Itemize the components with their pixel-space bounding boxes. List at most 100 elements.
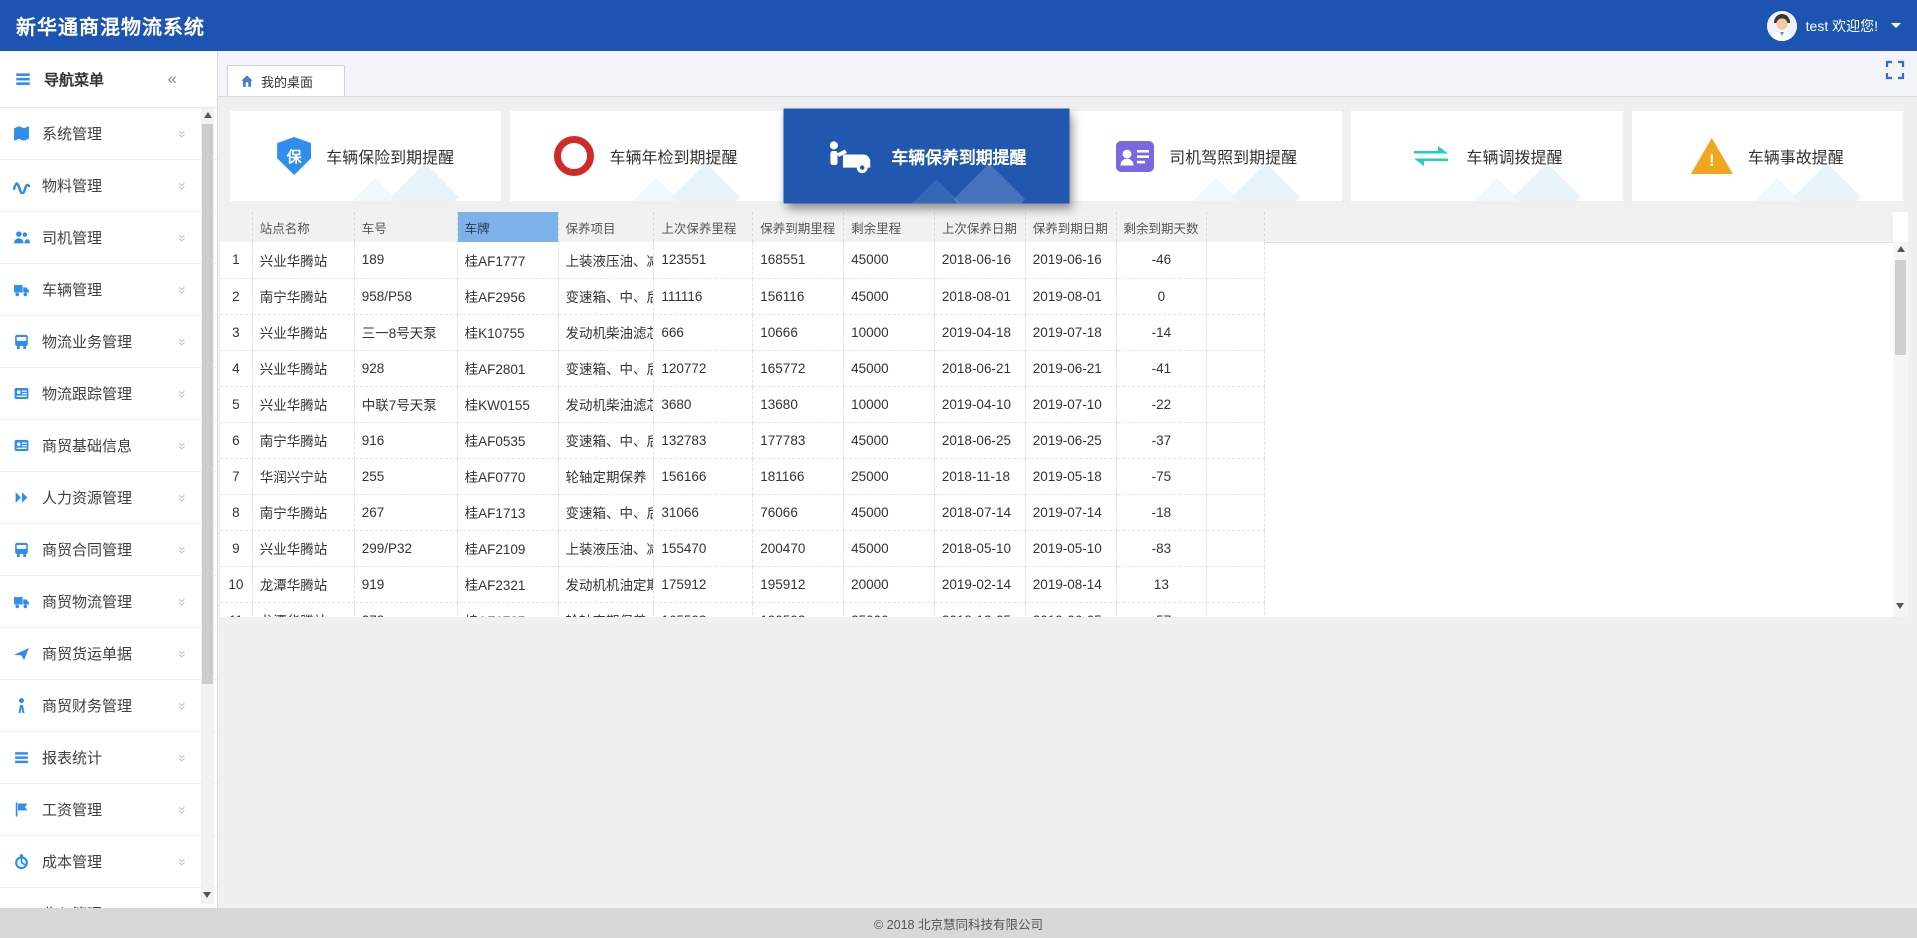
tab-my-desktop[interactable]: 我的桌面 — [227, 65, 345, 96]
card-maintenance-reminder[interactable]: 车辆保养到期提醒 — [783, 109, 1069, 204]
sidebar-item-label: 物料管理 — [42, 175, 102, 196]
col-vehicle-no[interactable]: 车号 — [354, 212, 457, 242]
scroll-down-arrow[interactable] — [1896, 603, 1904, 609]
col-last-date[interactable]: 上次保养日期 — [934, 212, 1025, 242]
scrollbar-thumb[interactable] — [1895, 260, 1906, 355]
card-vehicle-accident-reminder[interactable]: ! 车辆事故提醒 — [1632, 111, 1903, 201]
cell: 165593 — [654, 602, 753, 617]
table-row[interactable]: 5兴业华腾站中联7号天泵桂KW0155发动机柴油滤芯36801368010000… — [220, 386, 1265, 422]
sidebar-item-logistics-business[interactable]: 物流业务管理» — [0, 316, 217, 368]
cell: 10000 — [844, 314, 935, 350]
col-due-mileage[interactable]: 保养到期里程 — [753, 212, 844, 242]
table-row[interactable]: 9兴业华腾站299/P32桂AF2109上装液压油、减1554702004704… — [220, 530, 1265, 566]
cell: -57 — [1116, 602, 1207, 617]
insurance-shield-icon: 保 — [277, 137, 311, 175]
cell: 桂K10755 — [457, 314, 558, 350]
col-maintenance-item[interactable]: 保养项目 — [558, 212, 654, 242]
scroll-up-arrow[interactable] — [1897, 246, 1905, 252]
maintenance-table: 站点名称 车号 车牌 保养项目 上次保养里程 保养到期里程 剩余里程 上次保养日… — [220, 212, 1265, 617]
table-row[interactable]: 4兴业华腾站928桂AF2801变速箱、中、后12077216577245000… — [220, 350, 1265, 386]
sidebar-item-trade-contract[interactable]: 商贸合同管理» — [0, 524, 217, 576]
cell: 1 — [220, 242, 252, 278]
col-last-mileage[interactable]: 上次保养里程 — [654, 212, 753, 242]
sidebar-item-trade-logistics[interactable]: 商贸物流管理» — [0, 576, 217, 628]
sidebar-item-system[interactable]: 系统管理» — [0, 108, 217, 160]
cell: 916 — [354, 422, 457, 458]
col-remaining-mileage[interactable]: 剩余里程 — [844, 212, 935, 242]
cell: 南宁华腾站 — [252, 494, 354, 530]
cell: 发动机柴油滤芯 — [558, 386, 654, 422]
sidebar-item-trade-finance[interactable]: 商贸财务管理» — [0, 680, 217, 732]
scroll-down-arrow[interactable] — [203, 892, 211, 898]
col-plate[interactable]: 车牌 — [457, 212, 558, 242]
col-filler — [1207, 212, 1265, 242]
cell: 190593 — [753, 602, 844, 617]
cell: -41 — [1116, 350, 1207, 386]
sidebar-item-trade-baseinfo[interactable]: 商贸基础信息» — [0, 420, 217, 472]
cell: 2018-06-25 — [934, 422, 1025, 458]
card-vehicle-transfer-reminder[interactable]: 车辆调拨提醒 — [1351, 111, 1622, 201]
table-row[interactable]: 2南宁华腾站958/P58桂AF2956变速箱、中、后1111161561164… — [220, 278, 1265, 314]
sidebar-collapse-button[interactable]: « — [168, 69, 177, 89]
maintenance-mechanic-icon — [827, 139, 876, 174]
cell: 桂AF2801 — [457, 350, 558, 386]
cell: 299/P32 — [354, 530, 457, 566]
table-row[interactable]: 6南宁华腾站916桂AF0535变速箱、中、后13278317778345000… — [220, 422, 1265, 458]
table-row[interactable]: 11龙潭华腾站278桂AF1735轮轴定期保养16559319059325000… — [220, 602, 1265, 617]
cell: 桂AF1735 — [457, 602, 558, 617]
cell: 10666 — [753, 314, 844, 350]
cell: 2019-07-10 — [1025, 386, 1116, 422]
cell: -75 — [1116, 458, 1207, 494]
cell: 2018-12-05 — [934, 602, 1025, 617]
sidebar-item-cost[interactable]: 成本管理» — [0, 836, 217, 888]
user-menu[interactable]: test 欢迎您! — [1767, 11, 1901, 41]
sidebar-item-logistics-tracking[interactable]: 物流跟踪管理» — [0, 368, 217, 420]
sidebar-item-reports[interactable]: 报表统计 » — [0, 732, 217, 784]
cell: 桂AF2109 — [457, 530, 558, 566]
page-footer: © 2018 北京慧同科技有限公司 — [0, 908, 1917, 938]
cell: 2019-06-25 — [1025, 422, 1116, 458]
cell: -46 — [1116, 242, 1207, 278]
table-row[interactable]: 3兴业华腾站三一8号天泵桂K10755发动机柴油滤芯66610666100002… — [220, 314, 1265, 350]
cell: 132783 — [654, 422, 753, 458]
chevron-down-icon: » — [175, 182, 191, 190]
table-row[interactable]: 10龙潭华腾站919桂AF2321发动机机油定期1759121959122000… — [220, 566, 1265, 602]
bus-icon — [13, 541, 30, 558]
col-station[interactable]: 站点名称 — [252, 212, 354, 242]
cell: 2019-07-14 — [1025, 494, 1116, 530]
table-row[interactable]: 7华润兴宁站255桂AF0770轮轴定期保养156166181166250002… — [220, 458, 1265, 494]
sidebar-item-salary[interactable]: 工资管理» — [0, 784, 217, 836]
chevron-down-icon: » — [175, 754, 191, 762]
col-remaining-days[interactable]: 剩余到期天数 — [1116, 212, 1207, 242]
fullscreen-button[interactable] — [1885, 60, 1905, 80]
main-content: 保 车辆保险到期提醒 车辆年检到期提醒 车辆保养到期提醒 司机驾照到期提醒 车辆… — [218, 97, 1917, 908]
chevron-down-icon: » — [175, 234, 191, 242]
chevron-down-icon: » — [175, 494, 191, 502]
sidebar-item-trade-waybill[interactable]: 商贸货运单据» — [0, 628, 217, 680]
cell: 3680 — [654, 386, 753, 422]
cell: 轮轴定期保养 — [558, 458, 654, 494]
cell: 76066 — [753, 494, 844, 530]
sidebar-item-label: 报表统计 — [42, 747, 102, 768]
cell: 2018-06-16 — [934, 242, 1025, 278]
cell: 桂AF0535 — [457, 422, 558, 458]
table-row[interactable]: 8南宁华腾站267桂AF1713变速箱、中、后31066760664500020… — [220, 494, 1265, 530]
cell: 181166 — [753, 458, 844, 494]
cell: 2019-07-18 — [1025, 314, 1116, 350]
sidebar-item-materials[interactable]: 物料管理 » — [0, 160, 217, 212]
card-driver-license-reminder[interactable]: 司机驾照到期提醒 — [1071, 111, 1342, 201]
card-annual-inspection-reminder[interactable]: 车辆年检到期提醒 — [510, 111, 781, 201]
scrollbar-thumb[interactable] — [202, 124, 213, 684]
sidebar-item-income[interactable]: 收入管理» — [0, 888, 217, 908]
scroll-up-arrow[interactable] — [204, 112, 212, 118]
cell: 龙潭华腾站 — [252, 566, 354, 602]
chevron-down-icon: » — [175, 650, 191, 658]
sidebar-item-vehicles[interactable]: 车辆管理» — [0, 264, 217, 316]
table-row[interactable]: 1兴业华腾站189桂AF1777上装液压油、减12355116855145000… — [220, 242, 1265, 278]
sidebar-item-drivers[interactable]: 司机管理» — [0, 212, 217, 264]
wheel-icon — [13, 853, 30, 870]
card-label: 车辆事故提醒 — [1748, 144, 1844, 168]
card-insurance-reminder[interactable]: 保 车辆保险到期提醒 — [230, 111, 501, 201]
col-due-date[interactable]: 保养到期日期 — [1025, 212, 1116, 242]
sidebar-item-hr[interactable]: 人力资源管理» — [0, 472, 217, 524]
